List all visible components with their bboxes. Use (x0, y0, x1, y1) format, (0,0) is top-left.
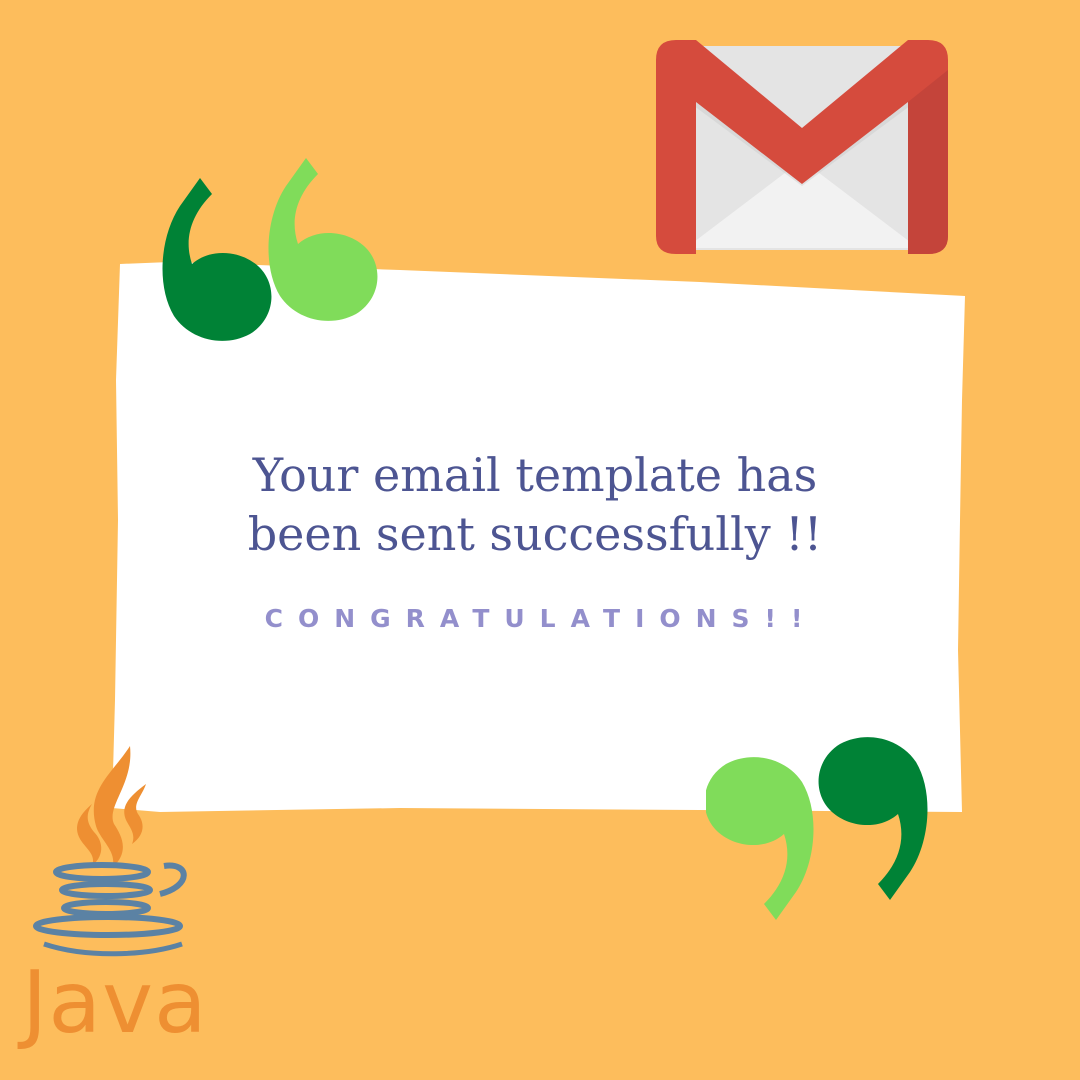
success-message: Your email template has been sent succes… (200, 446, 870, 564)
java-cup-icon (33, 746, 187, 957)
message-line-2: been sent successfully !! (247, 507, 823, 561)
close-quote-icon (706, 737, 928, 920)
open-quote-icon (162, 158, 378, 341)
gmail-logo-icon (656, 40, 948, 254)
message-line-1: Your email template has (252, 448, 818, 502)
java-wordmark: Java (22, 953, 208, 1053)
congratulations-subtitle: CONGRATULATIONS!! (264, 604, 818, 633)
